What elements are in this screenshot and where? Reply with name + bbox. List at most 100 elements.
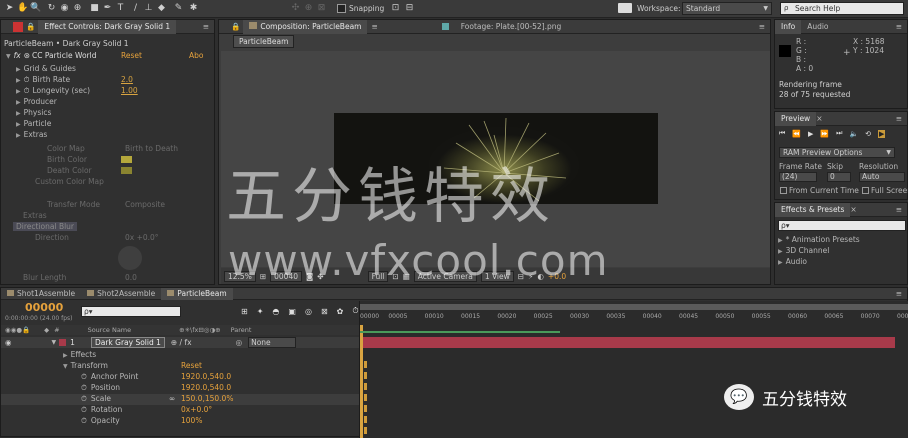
snapping-checkbox[interactable] (337, 4, 346, 13)
parent-header[interactable]: Parent (231, 326, 252, 334)
effect-property-row[interactable]: ▶ ⏱ Birth Rate (16, 75, 70, 85)
lock-icon[interactable]: 🔒 (231, 22, 240, 31)
effects-category-item[interactable]: ▶ 3D Channel (778, 246, 829, 255)
birth-color-swatch[interactable] (121, 156, 132, 163)
expand-triangle-icon[interactable]: ▶ (16, 66, 21, 73)
about-link[interactable]: Abo (189, 51, 203, 60)
mute-audio-icon[interactable]: 🔈 (849, 130, 858, 138)
search-help-input[interactable]: ρ Search Help (780, 2, 904, 15)
expand-triangle-icon[interactable]: ▶ (778, 248, 783, 255)
expand-triangle-icon[interactable]: ▶ (778, 237, 783, 244)
rotate-tool-icon[interactable]: ↻ (46, 3, 57, 14)
ram-preview-options-select[interactable]: RAM Preview Options ▼ (779, 147, 895, 158)
time-ruler[interactable]: 00000 00005 00010 00015 00020 00025 00030 00035… (360, 313, 908, 323)
keyframe-marker[interactable] (364, 427, 367, 434)
layer-duration-bar[interactable] (363, 337, 895, 348)
source-name-header[interactable]: Source Name (88, 326, 132, 334)
effects-search-input[interactable]: ρ▾ (778, 220, 906, 231)
layer-switches[interactable]: ⊕ / fx (171, 338, 192, 347)
panel-menu-icon[interactable]: ≡ (759, 22, 765, 31)
keyframe-marker[interactable] (364, 416, 367, 423)
shy-icon[interactable]: ◓ (272, 307, 279, 316)
layer-property-row[interactable]: ▼ Transform Reset (1, 361, 359, 372)
next-frame-icon[interactable]: ⏩ (820, 130, 829, 138)
puppet-tool-icon[interactable]: ✱ (188, 3, 199, 14)
layer-property-row[interactable]: ⏱ Opacity 100% (1, 416, 359, 427)
effect-property-row[interactable]: ▶ Physics (16, 108, 51, 117)
effect-toggle-icon[interactable]: ⊛ (24, 51, 30, 60)
expand-triangle-icon[interactable]: ▶ (16, 121, 21, 128)
loop-icon[interactable]: ⟲ (865, 130, 871, 138)
death-color-swatch[interactable] (121, 167, 132, 174)
effects-category-item[interactable]: ▶ * Animation Presets (778, 235, 860, 244)
layer-property-row[interactable]: ⏱ Position 1920.0,540.0 (1, 383, 359, 394)
layer-property-value[interactable]: 1920.0,540.0 (181, 372, 231, 381)
workspace-select[interactable]: Standard ▼ (682, 2, 772, 15)
video-toggle-icon[interactable]: ◉ (5, 338, 12, 347)
layer-name[interactable]: Dark Gray Solid 1 (90, 337, 165, 348)
keyframe-marker[interactable] (364, 361, 367, 368)
panel-menu-icon[interactable]: ≡ (896, 205, 902, 214)
effect-property-row[interactable]: ▶ Producer (16, 97, 57, 106)
axis-icon[interactable]: ✣ (290, 3, 301, 14)
resolution-select[interactable]: Auto (859, 172, 905, 182)
stopwatch-icon[interactable]: ⏱ (81, 416, 87, 425)
tab-effects-presets[interactable]: Effects & Presets (775, 202, 851, 217)
keyframe-marker[interactable] (364, 394, 367, 401)
layer-property-value[interactable]: 0x+0.0° (181, 405, 212, 414)
panel-menu-icon[interactable]: ≡ (896, 114, 902, 123)
composition-navigator[interactable]: ParticleBeam (233, 35, 295, 48)
fx-icon[interactable]: fx (14, 51, 21, 60)
comp-mini-flowchart-icon[interactable]: ⊞ (241, 307, 248, 316)
stopwatch-icon[interactable]: ⏱ (24, 86, 30, 95)
effect-property-row[interactable]: ▶ Particle (16, 119, 51, 128)
expand-triangle-icon[interactable]: ▶ (63, 352, 68, 359)
layer-property-row[interactable]: ⏱ Rotation 0x+0.0° (1, 405, 359, 416)
ram-preview-icon[interactable]: ▶ (878, 129, 886, 138)
expand-triangle-icon[interactable]: ▼ (63, 363, 68, 370)
stopwatch-icon[interactable]: ⏱ (24, 75, 30, 84)
motion-blur-icon[interactable]: ◎ (305, 307, 312, 316)
tab-menu-icon[interactable]: ≡ (371, 22, 377, 31)
direction-dial[interactable] (118, 246, 142, 270)
layer-property-value[interactable]: 150.0,150.0% (181, 394, 233, 403)
tab-effect-controls[interactable]: Effect Controls: Dark Gray Solid 1 (38, 19, 177, 34)
first-frame-icon[interactable]: ⏮ (779, 129, 785, 138)
expand-triangle-icon[interactable]: ▶ (16, 132, 21, 139)
expand-triangle-icon[interactable]: ▶ (16, 88, 21, 95)
effect-property-value[interactable]: 1.00 (121, 86, 138, 95)
tab-footage[interactable]: Footage: Plate.[00-52].png (455, 20, 568, 34)
tab-info[interactable]: Info (775, 19, 802, 34)
stopwatch-icon[interactable]: ⏱ (81, 383, 87, 392)
keyframe-marker[interactable] (364, 372, 367, 379)
constrain-proportions-icon[interactable]: ∞ (169, 394, 175, 403)
layer-property-value[interactable]: 1920.0,540.0 (181, 383, 231, 392)
zoom-tool-icon[interactable]: 🔍 (30, 3, 41, 14)
layer-property-row[interactable]: ⏱ Scale 150.0,150.0% ∞ (1, 394, 359, 405)
timeline-graph-area[interactable]: 00000 00005 00010 00015 00020 00025 00030 00035… (359, 301, 908, 438)
snap-edge-icon[interactable]: ⊟ (404, 3, 415, 14)
eraser-tool-icon[interactable]: ◆ (156, 3, 167, 14)
from-current-time-checkbox[interactable] (780, 187, 787, 194)
work-area-bar[interactable] (360, 304, 908, 310)
tab-composition[interactable]: Composition: ParticleBeam (243, 19, 368, 34)
panel-menu-icon[interactable]: ≡ (203, 22, 209, 31)
lock-icon[interactable]: 🔒 (26, 22, 35, 31)
auto-keyframe-icon[interactable]: ⏱ (352, 306, 358, 316)
pick-whip-icon[interactable]: ◎ (236, 338, 243, 347)
expand-triangle-icon[interactable]: ▶ (16, 99, 21, 106)
type-tool-icon[interactable]: T (115, 3, 126, 14)
hand-tool-icon[interactable]: ✋ (17, 3, 28, 14)
effect-property-row[interactable]: ▶ Extras (16, 130, 47, 139)
panel-menu-icon[interactable]: ≡ (896, 289, 902, 298)
timeline-timecode[interactable]: 00000 (25, 301, 63, 314)
play-icon[interactable]: ▶ (808, 130, 813, 138)
effects-category-item[interactable]: ▶ Audio (778, 257, 807, 266)
clone-stamp-tool-icon[interactable]: ⊥ (143, 3, 154, 14)
panel-menu-icon[interactable]: ≡ (896, 22, 902, 31)
expand-triangle-icon[interactable]: ▼ (52, 339, 57, 346)
timeline-tab[interactable]: ParticleBeam (161, 287, 233, 300)
full-screen-checkbox[interactable] (862, 187, 869, 194)
last-frame-icon[interactable]: ⏭ (836, 129, 842, 138)
previous-frame-icon[interactable]: ⏪ (792, 130, 801, 138)
